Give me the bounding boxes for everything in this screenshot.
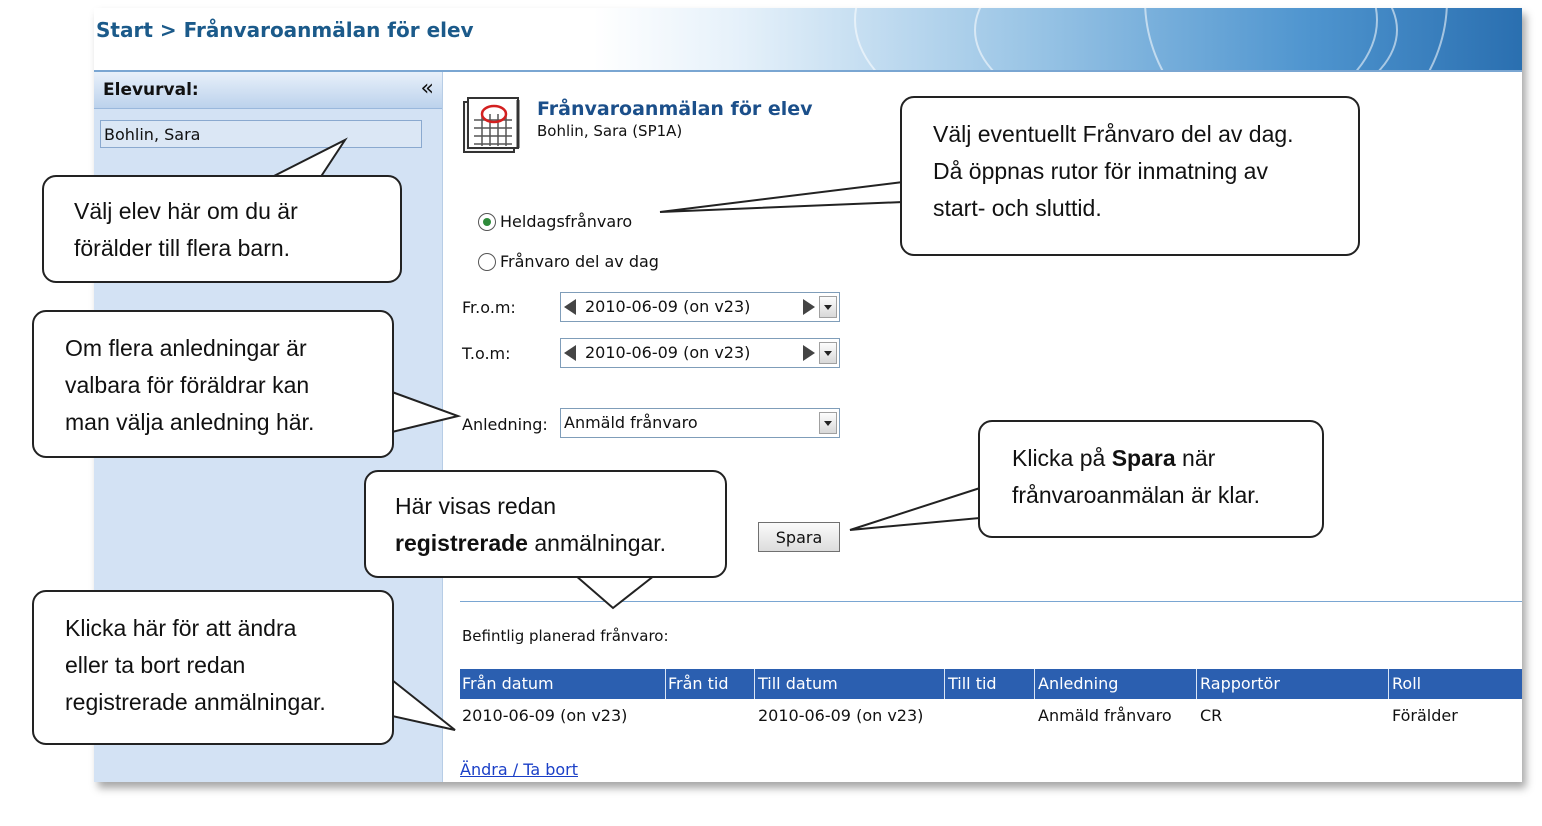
table-row: 2010-06-09 (on v23) 2010-06-09 (on v23) … bbox=[460, 699, 1522, 731]
column-separator bbox=[1034, 669, 1035, 699]
callout-text: Om flera anledningar är bbox=[65, 335, 307, 361]
radio-unselected-icon[interactable] bbox=[478, 252, 496, 271]
column-separator bbox=[1388, 669, 1389, 699]
column-separator bbox=[754, 669, 755, 699]
previous-day-icon[interactable] bbox=[564, 299, 576, 315]
callout-text: start- och sluttid. bbox=[933, 195, 1102, 221]
radio-part-day[interactable]: Frånvaro del av dag bbox=[478, 252, 659, 271]
callout-text: eller ta bort redan bbox=[65, 652, 246, 678]
callout-text: frånvaroanmälan är klar. bbox=[1012, 482, 1261, 508]
callout-registered: Här visas redan registrerade anmälningar… bbox=[364, 470, 727, 578]
dropdown-arrow-icon[interactable] bbox=[819, 342, 837, 364]
table-cell: CR bbox=[1200, 706, 1223, 725]
form-title: Frånvaroanmälan för elev bbox=[537, 98, 813, 120]
from-date-value: 2010-06-09 (on v23) bbox=[585, 297, 751, 316]
collapse-icon[interactable]: « bbox=[421, 76, 434, 101]
callout-text: valbara för föräldrar kan bbox=[65, 372, 310, 398]
reason-select[interactable]: Anmäld frånvaro bbox=[560, 408, 840, 438]
callout-text-line: registrerade anmälningar. bbox=[395, 525, 725, 562]
previous-day-icon[interactable] bbox=[564, 345, 576, 361]
callout-text-line: Klicka på Spara när bbox=[1012, 440, 1322, 477]
to-date-label: T.o.m: bbox=[462, 344, 511, 363]
dropdown-arrow-icon[interactable] bbox=[819, 412, 837, 434]
callout-part-day: Välj eventuellt Frånvaro del av dag. Då … bbox=[900, 96, 1360, 256]
save-button[interactable]: Spara bbox=[758, 522, 840, 552]
to-date-value: 2010-06-09 (on v23) bbox=[585, 343, 751, 362]
existing-absence-label: Befintlig planerad frånvaro: bbox=[462, 627, 669, 645]
column-separator bbox=[665, 669, 666, 699]
callout-text: Klicka på bbox=[1012, 445, 1112, 471]
from-date-label: Fr.o.m: bbox=[462, 298, 516, 317]
student-selector[interactable]: Bohlin, Sara bbox=[100, 120, 422, 148]
edit-remove-link[interactable]: Ändra / Ta bort bbox=[460, 760, 578, 779]
breadcrumb[interactable]: Start > Frånvaroanmälan för elev bbox=[96, 18, 474, 42]
existing-absence-table: Från datum Från tid Till datum Till tid … bbox=[460, 669, 1522, 731]
reason-value: Anmäld frånvaro bbox=[564, 413, 698, 432]
callout-text: Välj eventuellt Frånvaro del av dag. bbox=[933, 121, 1294, 147]
callout-text: Klicka här för att ändra bbox=[65, 615, 297, 641]
callout-edit: Klicka här för att ändra eller ta bort r… bbox=[32, 590, 394, 745]
column-separator bbox=[944, 669, 945, 699]
callout-text: förälder till flera barn. bbox=[74, 235, 291, 261]
callout-text: Här visas redan bbox=[395, 493, 557, 519]
table-cell: Anmäld frånvaro bbox=[1038, 706, 1172, 725]
callout-text: registrerade anmälningar. bbox=[65, 689, 326, 715]
table-cell: 2010-06-09 (on v23) bbox=[462, 706, 628, 725]
callout-text: man välja anledning här. bbox=[65, 409, 315, 435]
radio-full-day[interactable]: Heldagsfrånvaro bbox=[478, 212, 632, 231]
table-header: Från datum Från tid Till datum Till tid … bbox=[460, 669, 1522, 699]
callout-bold-text: Spara bbox=[1111, 445, 1176, 471]
page-header: Start > Frånvaroanmälan för elev bbox=[94, 8, 1522, 70]
next-day-icon[interactable] bbox=[803, 345, 815, 361]
callout-student: Välj elev här om du är förälder till fle… bbox=[42, 175, 402, 283]
column-separator bbox=[1196, 669, 1197, 699]
callout-bold-text: registrerade bbox=[395, 530, 528, 556]
radio-part-day-label: Frånvaro del av dag bbox=[500, 252, 659, 271]
radio-selected-icon[interactable] bbox=[478, 212, 496, 231]
table-cell: 2010-06-09 (on v23) bbox=[758, 706, 924, 725]
sidebar-header: Elevurval: « bbox=[94, 72, 442, 109]
reason-label: Anledning: bbox=[462, 415, 548, 434]
callout-text: Då öppnas rutor för inmatning av bbox=[933, 158, 1268, 184]
callout-text: när bbox=[1175, 445, 1216, 471]
table-cell: Förälder bbox=[1392, 706, 1458, 725]
from-date-field[interactable]: 2010-06-09 (on v23) bbox=[560, 292, 840, 322]
globe-decoration bbox=[1144, 8, 1448, 70]
dropdown-arrow-icon[interactable] bbox=[819, 296, 837, 318]
next-day-icon[interactable] bbox=[803, 299, 815, 315]
student-name-class: Bohlin, Sara (SP1A) bbox=[537, 122, 683, 140]
callout-reason: Om flera anledningar är valbara för förä… bbox=[32, 310, 394, 458]
radio-full-day-label: Heldagsfrånvaro bbox=[500, 212, 633, 231]
sidebar-title: Elevurval: bbox=[103, 80, 199, 100]
callout-save: Klicka på Spara när frånvaroanmälan är k… bbox=[978, 420, 1324, 538]
calendar-form-icon bbox=[463, 97, 520, 153]
callout-text: anmälningar. bbox=[527, 530, 667, 556]
section-divider bbox=[460, 601, 1522, 602]
to-date-field[interactable]: 2010-06-09 (on v23) bbox=[560, 338, 840, 368]
callout-text: Välj elev här om du är bbox=[74, 198, 298, 224]
